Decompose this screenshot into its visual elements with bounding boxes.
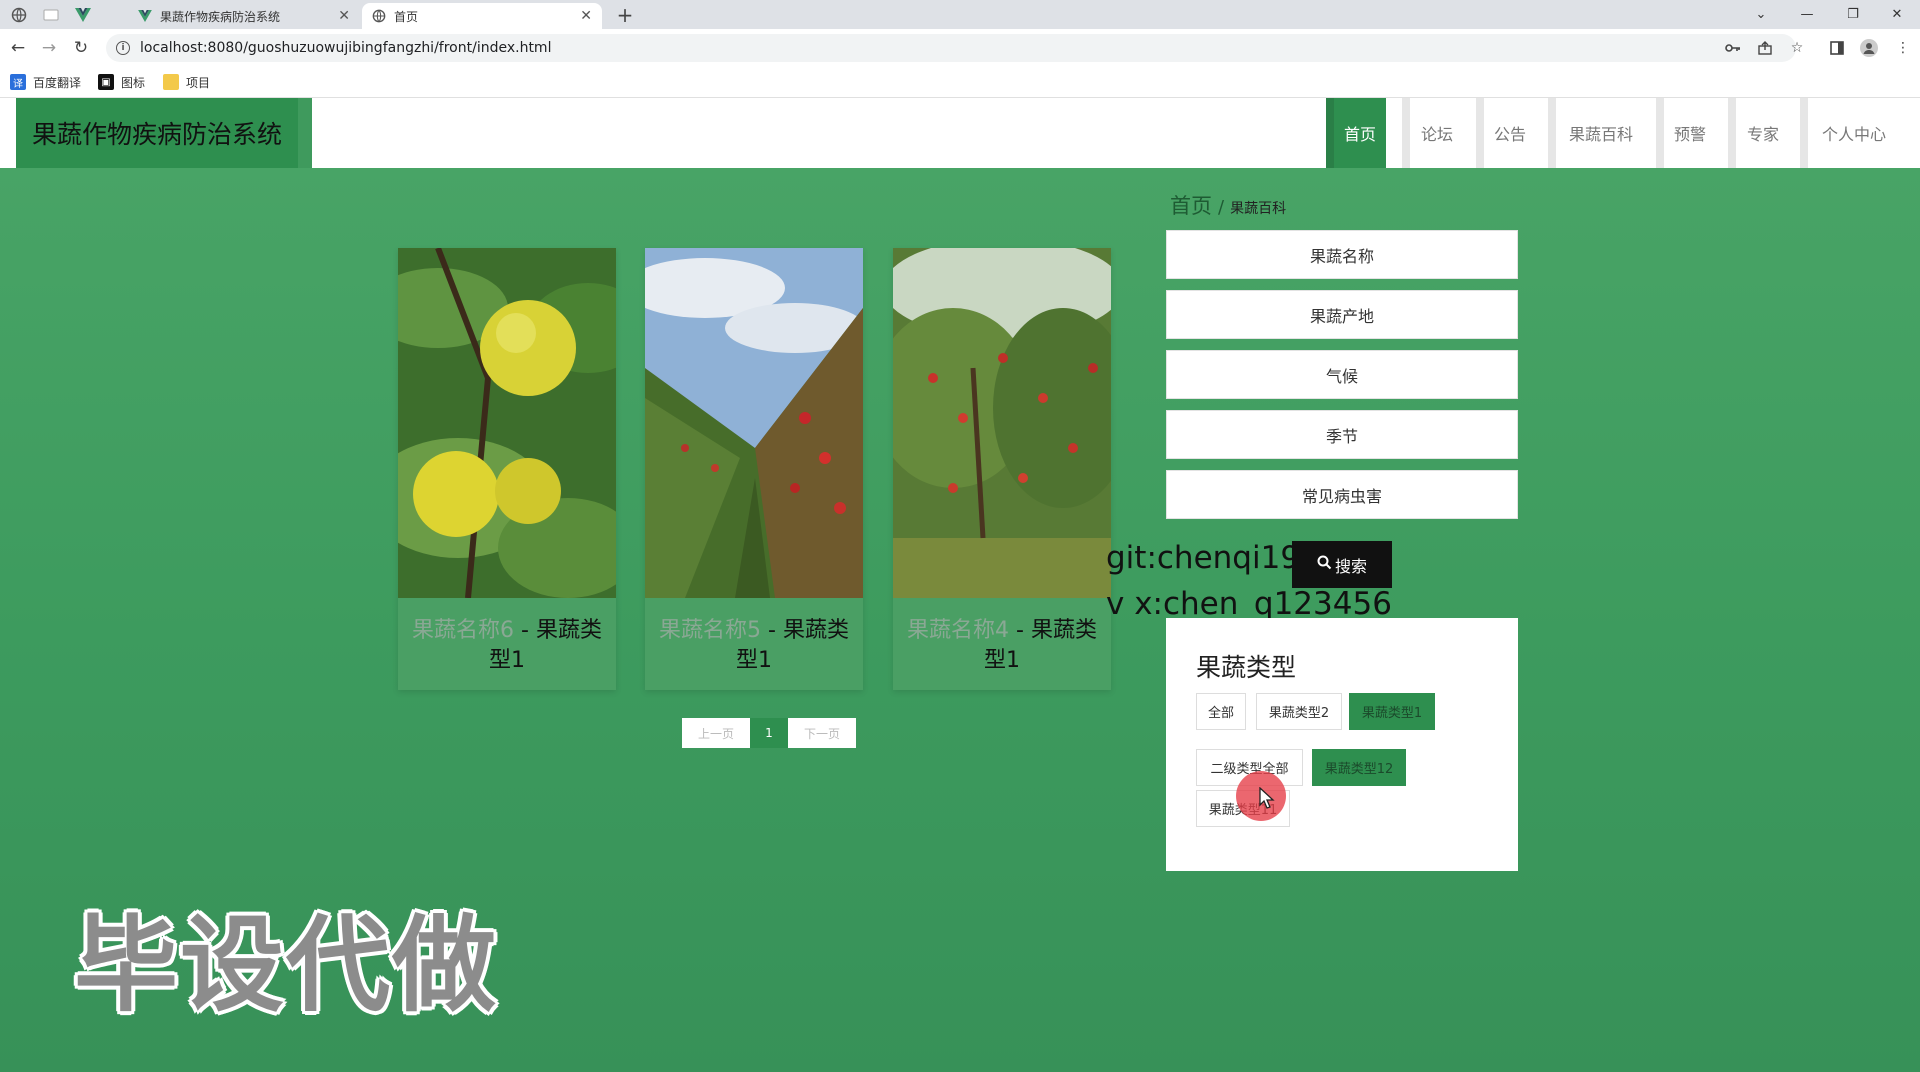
nav-warning[interactable]: 预警	[1656, 98, 1716, 168]
search-button[interactable]: 搜索	[1292, 541, 1392, 588]
prev-page-button[interactable]: 上一页	[682, 718, 750, 748]
caption-separator: -	[514, 618, 536, 643]
product-name: 果蔬名称5	[659, 618, 762, 643]
breadcrumb: 首页 / 果蔬百科	[1170, 190, 1286, 220]
nav-home[interactable]: 首页	[1326, 98, 1386, 168]
product-caption: 果蔬名称6 - 果蔬类型1	[398, 602, 616, 676]
tab-title: 果蔬作物疾病防治系统	[160, 9, 281, 24]
vue-icon[interactable]	[68, 3, 98, 27]
bookmark-baidu-translate[interactable]: 译 百度翻译	[10, 72, 81, 92]
tab-home[interactable]: 首页 ✕	[362, 3, 602, 29]
watermark-text: v x:chen_q123456	[1106, 586, 1392, 622]
climate-field[interactable]: 气候	[1166, 350, 1518, 399]
profile-icon[interactable]	[1858, 37, 1880, 59]
site-header: 果蔬作物疾病防治系统 首页 论坛 公告 果蔬百科 预警 专家 个人中心	[0, 98, 1920, 168]
globe-icon[interactable]	[4, 3, 34, 27]
product-card[interactable]: 果蔬名称5 - 果蔬类型1	[625, 248, 865, 690]
tab-system[interactable]: 果蔬作物疾病防治系统 ✕	[128, 3, 360, 29]
breadcrumb-home[interactable]: 首页	[1170, 190, 1212, 220]
tab-search-icon[interactable]: ⌄	[1738, 0, 1784, 29]
divider	[298, 98, 312, 168]
nav-notice[interactable]: 公告	[1476, 98, 1536, 168]
nav-user-center[interactable]: 个人中心	[1800, 98, 1900, 168]
page-number[interactable]: 1	[750, 718, 788, 748]
category-panel: 果蔬类型 全部 果蔬类型2 果蔬类型1 二级类型全部 果蔬类型12 果蔬类型11	[1166, 618, 1518, 871]
product-card[interactable]: 果蔬名称6 - 果蔬类型1	[368, 246, 648, 690]
forward-icon[interactable]: →	[36, 35, 62, 61]
vue-icon	[138, 10, 152, 22]
product-caption: 果蔬名称5 - 果蔬类型1	[645, 602, 863, 676]
reload-icon[interactable]: ↻	[68, 35, 94, 61]
address-bar: ← → ↻ i localhost:8080/guoshuzuowujibing…	[0, 29, 1920, 66]
bookmark-project[interactable]: 项目	[163, 72, 210, 92]
image-icon: ▣	[98, 74, 114, 90]
product-caption: 果蔬名称4 - 果蔬类型1	[893, 602, 1111, 676]
search-button-label: 搜索	[1334, 556, 1367, 576]
nav-encyclopedia[interactable]: 果蔬百科	[1548, 98, 1646, 168]
cursor-icon	[1259, 786, 1275, 815]
product-image	[873, 238, 1133, 598]
pagination: 上一页 1 下一页	[682, 718, 856, 748]
pest-field[interactable]: 常见病虫害	[1166, 470, 1518, 519]
watermark-banner: 毕设代做	[74, 904, 499, 1026]
tab-title: 首页	[394, 9, 419, 24]
close-icon[interactable]: ✕	[338, 8, 350, 24]
watermark-text: git:chenqi199	[1106, 540, 1320, 576]
chip-type1[interactable]: 果蔬类型1	[1349, 693, 1435, 730]
site-logo[interactable]: 果蔬作物疾病防治系统	[16, 98, 298, 168]
breadcrumb-separator: /	[1218, 197, 1225, 218]
category-title: 果蔬类型	[1196, 653, 1297, 682]
caption-separator: -	[1009, 618, 1031, 643]
translate-icon: 译	[10, 74, 26, 90]
share-icon[interactable]	[1754, 37, 1776, 59]
fruit-name-field[interactable]: 果蔬名称	[1166, 230, 1518, 279]
folder-icon	[163, 74, 179, 90]
product-image	[625, 248, 865, 598]
url-field[interactable]: i localhost:8080/guoshuzuowujibingfangzh…	[106, 34, 1796, 62]
new-tab-button[interactable]: +	[612, 2, 638, 28]
page-body: 果蔬作物疾病防治系统 首页 论坛 公告 果蔬百科 预警 专家 个人中心 果蔬名称…	[0, 98, 1920, 1072]
sidebar-icon[interactable]	[1826, 37, 1848, 59]
nav-forum[interactable]: 论坛	[1402, 98, 1464, 168]
blank-tab-icon[interactable]	[36, 3, 66, 27]
chip-all[interactable]: 全部	[1196, 693, 1246, 730]
chip-type2[interactable]: 果蔬类型2	[1256, 693, 1342, 730]
menu-icon[interactable]: ⋮	[1892, 37, 1914, 59]
bookmark-label: 图标	[121, 75, 146, 90]
star-icon[interactable]: ☆	[1786, 37, 1808, 59]
search-icon	[1317, 555, 1332, 574]
url-text: localhost:8080/guoshuzuowujibingfangzhi/…	[140, 40, 552, 56]
close-window-button[interactable]: ✕	[1874, 0, 1920, 29]
bookmark-label: 项目	[186, 75, 211, 90]
key-icon[interactable]	[1722, 37, 1744, 59]
bookmark-label: 百度翻译	[33, 75, 82, 90]
caption-separator: -	[761, 618, 783, 643]
bookmarks-bar: 译 百度翻译 ▣ 图标 项目	[0, 66, 1920, 98]
next-page-button[interactable]: 下一页	[788, 718, 856, 748]
season-field[interactable]: 季节	[1166, 410, 1518, 459]
back-icon[interactable]: ←	[5, 35, 31, 61]
browser-tab-strip: 果蔬作物疾病防治系统 ✕ 首页 ✕ + ⌄ — ❐ ✕	[0, 0, 1920, 29]
close-icon[interactable]: ✕	[580, 8, 592, 24]
breadcrumb-current: 果蔬百科	[1230, 201, 1287, 217]
product-name: 果蔬名称4	[907, 618, 1010, 643]
bookmark-icons[interactable]: ▣ 图标	[98, 72, 145, 92]
restore-button[interactable]: ❐	[1830, 0, 1876, 29]
origin-field[interactable]: 果蔬产地	[1166, 290, 1518, 339]
product-image	[368, 246, 648, 599]
minimize-button[interactable]: —	[1784, 0, 1830, 29]
nav-expert[interactable]: 专家	[1728, 98, 1790, 168]
product-name: 果蔬名称6	[412, 618, 515, 643]
info-icon[interactable]: i	[116, 41, 130, 55]
globe-icon	[372, 9, 386, 23]
chip-type12[interactable]: 果蔬类型12	[1312, 749, 1406, 786]
product-card[interactable]: 果蔬名称4 - 果蔬类型1	[873, 238, 1133, 690]
